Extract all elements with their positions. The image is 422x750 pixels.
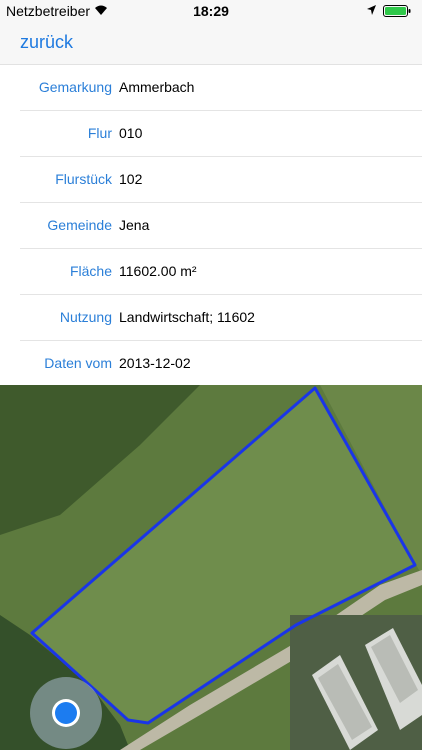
detail-row-flur: Flur 010 <box>0 111 422 157</box>
detail-row-gemarkung: Gemarkung Ammerbach <box>0 65 422 111</box>
navigation-bar: zurück <box>0 22 422 65</box>
location-arrow-icon <box>367 5 376 15</box>
detail-label: Flur <box>87 125 112 141</box>
clock: 18:29 <box>193 3 229 19</box>
detail-value: 010 <box>119 125 143 141</box>
detail-label: Flurstück <box>55 171 112 187</box>
back-button[interactable]: zurück <box>20 32 73 53</box>
current-location-indicator[interactable] <box>30 677 102 749</box>
detail-value: Landwirtschaft; 11602 <box>119 309 255 325</box>
detail-value: 2013-12-02 <box>119 355 191 371</box>
detail-value: Ammerbach <box>119 79 195 95</box>
battery-icon <box>383 5 411 17</box>
status-bar: Netzbetreiber 18:29 <box>0 0 422 22</box>
detail-label: Fläche <box>69 263 112 279</box>
detail-row-nutzung: Nutzung Landwirtschaft; 11602 <box>0 295 422 341</box>
detail-value: Jena <box>119 217 150 233</box>
satellite-map[interactable] <box>0 385 422 750</box>
detail-row-flaeche: Fläche 11602.00 m² <box>0 249 422 295</box>
detail-label: Gemeinde <box>47 217 112 233</box>
detail-row-daten-vom: Daten vom 2013-12-02 <box>0 341 422 387</box>
detail-row-gemeinde: Gemeinde Jena <box>0 203 422 249</box>
detail-row-flurstueck: Flurstück 102 <box>0 157 422 203</box>
detail-value: 102 <box>119 171 143 187</box>
location-dot-icon <box>55 702 77 724</box>
parcel-details-list: Gemarkung Ammerbach Flur 010 Flurstück 1… <box>0 65 422 387</box>
detail-label: Gemarkung <box>38 79 112 95</box>
detail-label: Nutzung <box>59 309 112 325</box>
detail-value: 11602.00 m² <box>119 263 197 279</box>
detail-label: Daten vom <box>44 355 112 371</box>
